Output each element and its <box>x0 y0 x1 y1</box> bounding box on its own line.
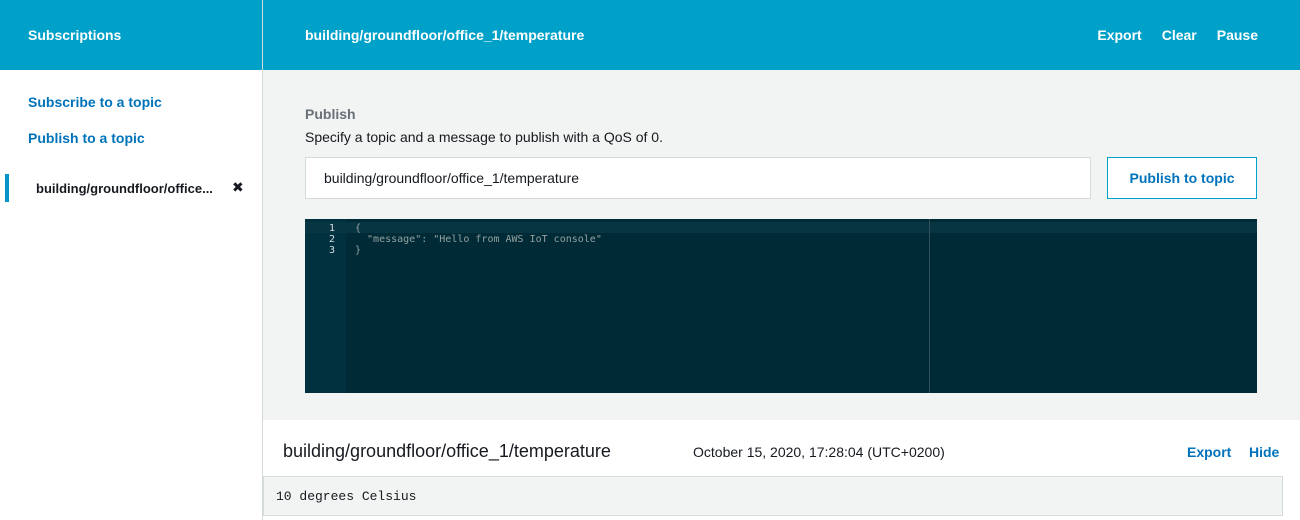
main-area: building/groundfloor/office_1/temperatur… <box>263 0 1300 520</box>
editor-active-line <box>305 222 1257 233</box>
message-header: building/groundfloor/office_1/temperatur… <box>263 420 1300 480</box>
publish-description: Specify a topic and a message to publish… <box>305 129 663 145</box>
publish-panel: Publish Specify a topic and a message to… <box>263 70 1300 420</box>
active-indicator <box>5 174 9 202</box>
message-payload: 10 degrees Celsius <box>263 476 1283 516</box>
topic-title: building/groundfloor/office_1/temperatur… <box>305 27 585 43</box>
message-editor[interactable]: 1 2 3 { "message": "Hello from AWS IoT c… <box>305 219 1257 393</box>
message-topic: building/groundfloor/office_1/temperatur… <box>283 441 611 461</box>
export-button[interactable]: Export <box>1097 27 1141 43</box>
line-number: 2 <box>328 234 335 245</box>
close-icon[interactable]: ✖ <box>232 179 244 196</box>
message-timestamp: October 15, 2020, 17:28:04 (UTC+0200) <box>693 444 945 460</box>
sidebar-item-subscription[interactable]: building/groundfloor/office... ✖ <box>0 174 262 202</box>
line-number: 3 <box>328 245 335 256</box>
topic-header: building/groundfloor/office_1/temperatur… <box>263 0 1300 70</box>
line-number: 1 <box>328 223 335 234</box>
editor-print-margin <box>929 219 930 393</box>
message-hide-button[interactable]: Hide <box>1249 444 1279 460</box>
sidebar: Subscriptions Subscribe to a topic Publi… <box>0 0 263 520</box>
publish-heading: Publish <box>305 106 356 122</box>
publish-topic-input[interactable] <box>305 157 1091 199</box>
clear-button[interactable]: Clear <box>1162 27 1197 43</box>
subscription-topic-label[interactable]: building/groundfloor/office... <box>36 181 213 196</box>
subscribe-to-topic-link[interactable]: Subscribe to a topic <box>28 94 262 110</box>
pause-button[interactable]: Pause <box>1217 27 1258 43</box>
code-line[interactable]: } <box>355 245 361 256</box>
message-export-button[interactable]: Export <box>1187 444 1231 460</box>
code-line[interactable]: { <box>355 223 361 234</box>
code-line[interactable]: "message": "Hello from AWS IoT console" <box>355 234 602 245</box>
sidebar-header: Subscriptions <box>0 0 262 70</box>
publish-to-topic-link[interactable]: Publish to a topic <box>28 130 262 146</box>
publish-to-topic-button[interactable]: Publish to topic <box>1107 157 1257 199</box>
